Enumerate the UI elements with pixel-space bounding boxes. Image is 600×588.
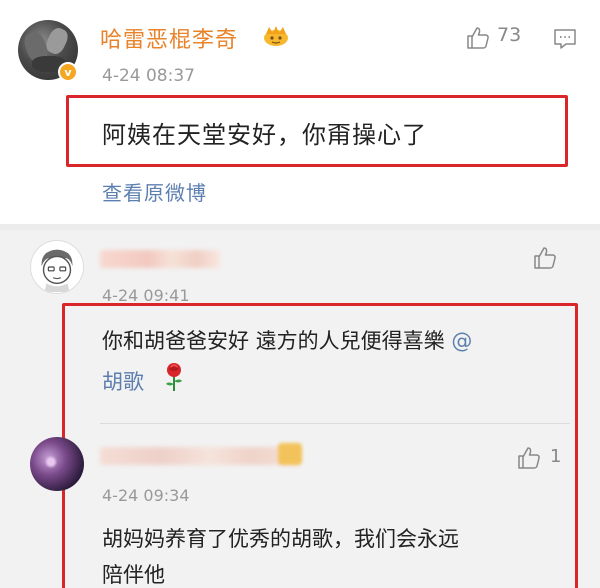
crown-emoji-icon xyxy=(264,26,288,46)
mention-link[interactable]: 胡歌 xyxy=(102,366,144,396)
section-separator xyxy=(0,224,600,230)
like-count: 73 xyxy=(497,24,522,46)
blurred-username xyxy=(100,447,300,465)
reply-text-line1: 你和胡爸爸安好 遠方的人兒便得喜樂 @ xyxy=(102,329,473,353)
comment-timestamp: 4-24 08:37 xyxy=(102,66,195,86)
comment-username[interactable]: 哈雷恶棍李奇 xyxy=(100,22,238,54)
reply-text-line1: 胡妈妈养育了优秀的胡歌，我们会永远 xyxy=(102,527,459,551)
mention-at[interactable]: @ xyxy=(451,329,472,353)
rose-icon xyxy=(166,363,182,391)
comment-icon[interactable] xyxy=(553,28,577,50)
like-count: 1 xyxy=(550,446,562,467)
cartoon-avatar-icon[interactable] xyxy=(30,240,84,294)
reply-text-line2: 陪伴他 xyxy=(102,563,165,587)
blurred-badge-icon xyxy=(278,443,302,465)
thumbs-up-icon[interactable] xyxy=(533,246,557,270)
reply-divider xyxy=(100,423,570,424)
thumbs-up-icon[interactable] xyxy=(466,26,490,50)
comment-text: 阿姨在天堂安好，你甭操心了 xyxy=(102,121,427,149)
thumbs-up-icon[interactable] xyxy=(517,446,541,470)
verified-badge-icon: v xyxy=(58,62,78,82)
reply-timestamp: 4-24 09:34 xyxy=(102,486,190,505)
blurred-username xyxy=(100,250,220,268)
user-avatar[interactable] xyxy=(30,437,84,491)
view-original-link[interactable]: 查看原微博 xyxy=(102,177,207,206)
